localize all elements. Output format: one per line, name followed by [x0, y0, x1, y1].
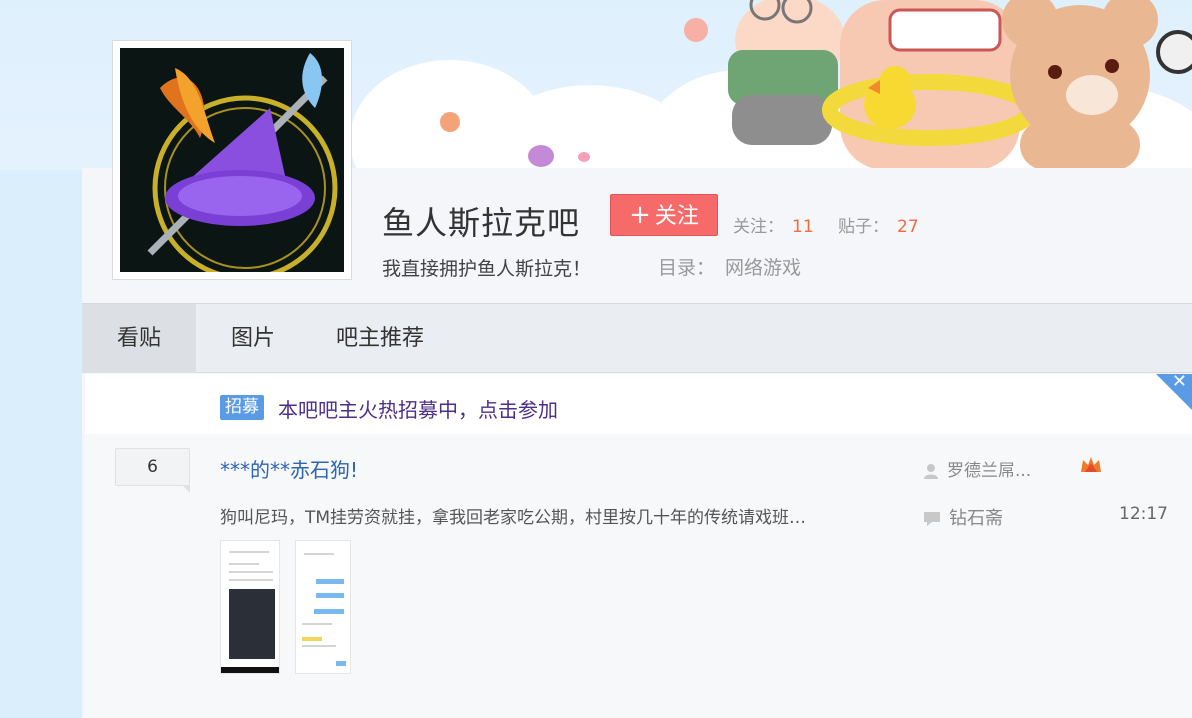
follow-button[interactable]: + 关注	[610, 194, 718, 236]
thread-item: 6 ***的**赤石狗! 狗叫尼玛，TM挂劳资就挂，拿我回老家吃公期，村里按几十…	[85, 434, 1192, 718]
banner-cartoon	[728, 0, 1192, 170]
forum-tabs: 看贴 图片 吧主推荐	[82, 303, 1192, 373]
recruit-link[interactable]: 本吧吧主火热招募中，点击参加	[278, 394, 558, 423]
category-link[interactable]: 网络游戏	[725, 257, 801, 279]
category-label: 目录：	[658, 257, 716, 279]
thread-thumbnail[interactable]	[220, 540, 280, 674]
forum-avatar[interactable]	[112, 40, 352, 280]
posts-label: 贴子：	[838, 217, 889, 237]
forum-category: 目录： 网络游戏	[658, 253, 801, 280]
posts-count: 27	[897, 217, 919, 237]
author-name[interactable]: 罗德兰屌...	[947, 461, 1031, 481]
user-icon	[924, 464, 938, 479]
recruit-notice: 招募 本吧吧主火热招募中，点击参加 ✕	[85, 371, 1192, 434]
forum-avatar-image	[120, 48, 344, 272]
recruit-tag: 招募	[220, 395, 264, 420]
thread-thumbnail[interactable]	[295, 540, 351, 674]
member-badge-icon	[1081, 457, 1101, 472]
tab-moderator-picks[interactable]: 吧主推荐	[310, 304, 450, 373]
posts-stat: 贴子： 27	[838, 212, 919, 237]
reply-count: 6	[115, 448, 190, 493]
followers-label: 关注：	[733, 217, 784, 237]
last-reply[interactable]: 钻石斋	[923, 504, 1003, 530]
forum-slogan: 我直接拥护鱼人斯拉克！	[382, 258, 592, 280]
last-replier-name[interactable]: 钻石斋	[949, 508, 1003, 529]
follow-button-label: 关注	[654, 204, 699, 229]
comment-icon	[924, 512, 940, 526]
last-reply-time: 12:17	[1119, 504, 1168, 524]
thread-author[interactable]: 罗德兰屌...	[923, 456, 1031, 481]
thread-abstract: 狗叫尼玛，TM挂劳资就挂，拿我回老家吃公期，村里按几十年的传统请戏班…	[220, 508, 807, 528]
plus-icon: +	[629, 200, 651, 230]
followers-stat: 关注： 11	[733, 212, 814, 237]
tab-pictures[interactable]: 图片	[196, 304, 310, 373]
forum-title: 鱼人斯拉克吧	[382, 204, 581, 242]
thread-title[interactable]: ***的**赤石狗!	[220, 454, 358, 483]
followers-count: 11	[792, 217, 814, 237]
close-icon[interactable]: ✕	[1172, 371, 1187, 392]
tab-posts[interactable]: 看贴	[82, 304, 196, 373]
